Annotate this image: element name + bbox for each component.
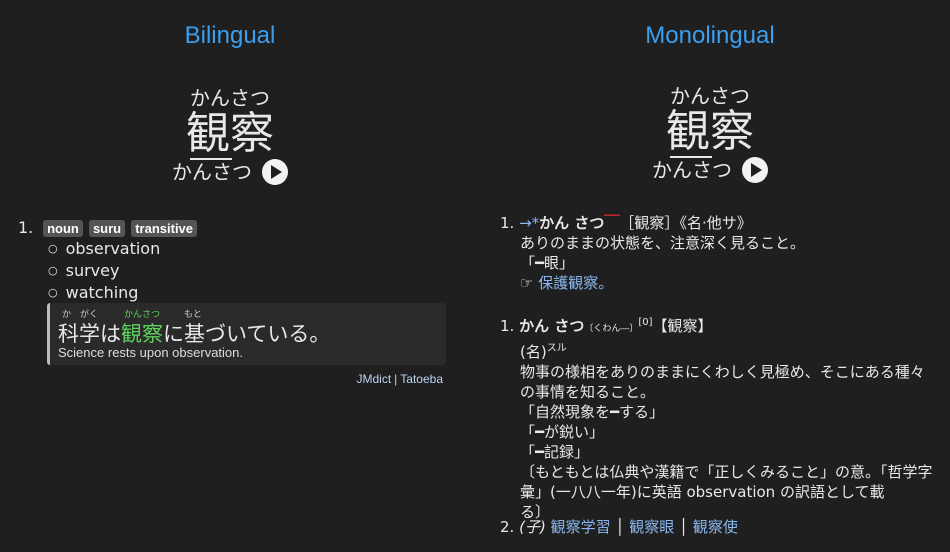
entry-kanji-mark: (子) (519, 518, 546, 536)
gloss-item: survey (48, 261, 446, 283)
entry-pos: (名)スル (500, 339, 940, 362)
entry-number: 2. (500, 518, 515, 536)
headword-kanji: 観察 (666, 106, 754, 157)
source-attribution: JMdict | Tatoeba (356, 372, 444, 386)
entry-definition: 物事の様相をありのままにくわしく見極め、そこにある種々 (520, 363, 925, 381)
pitch-line (670, 156, 712, 161)
pitch-reading: かんさつ (652, 158, 732, 182)
headword-reading: かんさつ (670, 84, 750, 108)
entry-example: 「━記録」 (520, 443, 590, 461)
entry-number: 1. (500, 317, 515, 335)
entry-reference: ☞ 保護観察。 (500, 273, 940, 293)
entry-example: 「━が鋭い」 (520, 423, 605, 441)
example-sentence: か がく かんさつ もと 科学は観察に基づいている。 Science rests… (47, 303, 446, 365)
pitch-line (190, 158, 232, 163)
entry-headline: 1. かん さつ〔くわん―〕[0]【観察】 (500, 313, 940, 339)
entry-note: 〔もともとは仏典や漢籍で「正しくみること」の意。「哲学字 (520, 463, 933, 481)
entry-head: かん さつ (539, 214, 605, 232)
entry-definition: ありのままの状態を、注意深く見ること。 (520, 234, 806, 252)
arrow-link[interactable]: →* (519, 214, 539, 232)
example-text: に基づいている。 (163, 322, 331, 346)
tag-transitive[interactable]: transitive (131, 220, 198, 237)
mono-entry-3: 2. (子) 観察学習 │ 観察眼 │ 観察使 (500, 518, 738, 536)
pos-label: (名) (520, 343, 547, 361)
entry-example: 「自然現象を━する」 (520, 403, 665, 421)
entry-note: 彙」(一八八一年)に英語 observation の訳語として載 (520, 483, 885, 501)
entry-bracket: ［観察］ (619, 214, 680, 232)
reference-link[interactable]: 保護観察。 (538, 274, 613, 292)
mono-entry-1: 1. →*かん さつ￣［観察］《名·他サ》 ありのままの状態を、注意深く見ること… (500, 213, 940, 293)
tag-noun[interactable]: noun (43, 220, 83, 237)
source-tatoeba-link[interactable]: Tatoeba (400, 372, 443, 386)
sense-1: 1. noun suru transitive observation surv… (18, 218, 446, 305)
headword: かんさつ 観察 かんさつ (495, 84, 925, 184)
headword-kanji: 観察 (186, 108, 274, 159)
example-text: 科学は (58, 322, 121, 346)
play-audio-icon[interactable] (262, 159, 288, 185)
entry-pos: 《名·他サ》 (679, 214, 752, 232)
related-link[interactable]: 観察眼 (629, 518, 674, 536)
reference-icon: ☞ (520, 274, 534, 292)
gloss-item: observation (48, 239, 446, 261)
entry-example: 「━眼」 (520, 254, 575, 272)
bilingual-heading: Bilingual (184, 22, 276, 49)
gloss-list: observation survey watching (48, 239, 446, 305)
gloss-item: watching (48, 283, 446, 305)
entry-kana-small: 〔くわん―〕 (584, 324, 639, 334)
related-link[interactable]: 観察使 (693, 518, 738, 536)
headword-reading: かんさつ (190, 86, 270, 110)
source-jmdict-link[interactable]: JMdict (357, 372, 392, 386)
pitch-reading: かんさつ (172, 160, 252, 184)
entry-headline: 1. →*かん さつ￣［観察］《名·他サ》 (500, 213, 940, 233)
entry-accent: [0] (638, 317, 653, 328)
monolingual-heading: Monolingual (645, 22, 775, 49)
example-highlight: 観察 (121, 322, 163, 346)
example-japanese: 科学は観察に基づいている。 (58, 318, 330, 348)
sense-number: 1. (18, 218, 34, 237)
entry-number: 1. (500, 214, 515, 232)
entry-bracket: 【観察】 (652, 317, 713, 335)
headword: かんさつ 観察 かんさつ (0, 86, 460, 186)
entry-head: かん さつ (519, 317, 585, 335)
accent-mark-icon: ￣ (604, 214, 620, 232)
mono-entry-2: 1. かん さつ〔くわん―〕[0]【観察】 (名)スル 物事の様相をありのままに… (500, 313, 940, 522)
related-link[interactable]: 観察学習 (551, 518, 611, 536)
example-english: Science rests upon observation. (58, 345, 243, 360)
play-audio-icon[interactable] (742, 157, 768, 183)
tag-suru[interactable]: suru (88, 220, 126, 237)
suru-label: スル (546, 343, 567, 354)
pitch-accent: かんさつ (652, 156, 768, 184)
pitch-accent: かんさつ (172, 158, 288, 186)
entry-definition: の事情を知ること。 (520, 383, 656, 401)
